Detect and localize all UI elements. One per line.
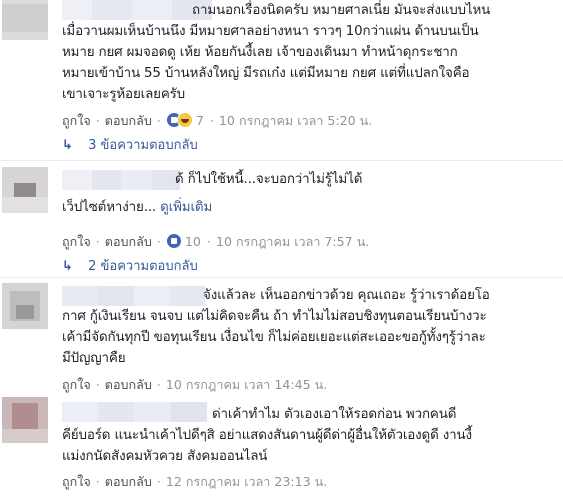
comment-text: ถามนอกเรื่องนิดครับ หมายศาลเนี่ย มันจะส่… <box>62 0 490 105</box>
comment-actions: ถูกใจ · ตอบกลับ · 10 กรกฎาคม เวลา 14:45 น. <box>62 377 328 392</box>
comment-line: หมาย กยศ ผมจอดดู เห้ย ห้อยกันงี้เลย เจ้า… <box>62 45 458 60</box>
comment-line-start: เว็ปไซต์หาง่าย... <box>62 200 161 215</box>
timestamp[interactable]: 10 กรกฎาคม เวลา 14:45 น. <box>166 377 327 392</box>
comment-line: ด้ ก็ไปใช้หนี้...จะบอกว่าไม่รู้ไม่ได้ <box>175 172 363 187</box>
reactions[interactable] <box>165 233 182 249</box>
view-replies-link[interactable]: ↳ 3 ข้อความตอบกลับ <box>62 136 198 156</box>
comment-line: แม่งกนัดสังคมหัวควย สังคมออนไลน์ <box>62 449 268 464</box>
avatar[interactable] <box>2 167 48 213</box>
avatar[interactable] <box>2 0 48 40</box>
comment-line: จังแล้วละ เห็นออกข่าวด้วย คุณเถอะ รู้ว่า… <box>203 288 490 303</box>
replies-count: 3 ข้อความตอบกลับ <box>88 138 198 153</box>
like-link[interactable]: ถูกใจ <box>62 234 91 249</box>
like-link[interactable]: ถูกใจ <box>62 113 91 128</box>
like-link[interactable]: ถูกใจ <box>62 474 91 489</box>
see-more-link[interactable]: ดูเพิ่มเติม <box>160 200 212 215</box>
comment-line: เว็ปไซต์หาง่าย... ดูเพิ่มเติม <box>62 197 362 218</box>
haha-icon <box>176 112 193 128</box>
comment-line: กาศ กู้เงินเรียน จนจบ แต่ไม่คิดจะคืน ถ้า… <box>62 309 487 324</box>
replies-count: 2 ข้อความตอบกลับ <box>88 259 198 274</box>
view-replies-link[interactable]: ↳ 2 ข้อความตอบกลับ <box>62 257 198 277</box>
reactions[interactable] <box>165 112 193 128</box>
timestamp[interactable]: 10 กรกฎาคม เวลา 7:57 น. <box>216 234 369 249</box>
comment-line: เขาเจาะรูห้อยเลยครับ <box>62 87 186 102</box>
divider <box>0 160 563 161</box>
comment-line: ถามนอกเรื่องนิดครับ หมายศาลเนี่ย มันจะส่… <box>192 3 491 18</box>
like-link[interactable]: ถูกใจ <box>62 377 91 392</box>
comment-line: คีย์บอร์ด แนะนำเค้าไปดีๆสิ อย่าแสดงสันดา… <box>62 428 472 443</box>
reply-link[interactable]: ตอบกลับ <box>105 377 152 392</box>
avatar[interactable] <box>2 397 48 443</box>
comment-actions: ถูกใจ · ตอบกลับ · 10 · 10 กรกฎาคม เวลา 7:57 น. <box>62 233 370 249</box>
like-icon <box>165 233 182 249</box>
avatar[interactable] <box>2 283 48 329</box>
reaction-count[interactable]: 7 <box>196 113 204 128</box>
comment-line: หมายเข้าบ้าน 55 บ้านหลังใหญ่ มีรถเก๋ง แต… <box>62 66 470 81</box>
reply-link[interactable]: ตอบกลับ <box>105 234 152 249</box>
comment-line: เมื่อวานผมเห็นบ้านนึง มีหมายศาลอย่างหนา … <box>62 24 479 39</box>
reply-link[interactable]: ตอบกลับ <box>105 474 152 489</box>
reply-arrow-icon: ↳ <box>62 259 73 274</box>
comment-actions: ถูกใจ · ตอบกลับ · 7 · 10 กรกฎาคม เวลา 5:20 น. <box>62 112 373 128</box>
timestamp[interactable]: 12 กรกฎาคม เวลา 23:13 น. <box>166 474 327 489</box>
reply-arrow-icon: ↳ <box>62 138 73 153</box>
comment-line: เค้ามีจัดกันทุกปี ขอทุนเรียน เงื่อนไข ก็… <box>62 330 486 345</box>
comment-actions: ถูกใจ · ตอบกลับ · 12 กรกฎาคม เวลา 23:13 น. <box>62 474 328 489</box>
reaction-count[interactable]: 10 <box>185 234 201 249</box>
comment-text: จังแล้วละ เห็นออกข่าวด้วย คุณเถอะ รู้ว่า… <box>62 285 490 369</box>
divider <box>0 277 563 278</box>
comment-text: ด้ ก็ไปใช้หนี้...จะบอกว่าไม่รู้ไม่ได้ เว… <box>62 169 362 218</box>
comment-line: มีปัญญาคืย <box>62 351 126 366</box>
timestamp[interactable]: 10 กรกฎาคม เวลา 5:20 น. <box>219 113 372 128</box>
reply-link[interactable]: ตอบกลับ <box>105 113 152 128</box>
comment-text: ด่าเค้าทำไม ตัวเองเอาให้รอดก่อน พวกคนดี … <box>62 404 472 467</box>
comment-line: ด่าเค้าทำไม ตัวเองเอาให้รอดก่อน พวกคนดี <box>212 407 457 422</box>
